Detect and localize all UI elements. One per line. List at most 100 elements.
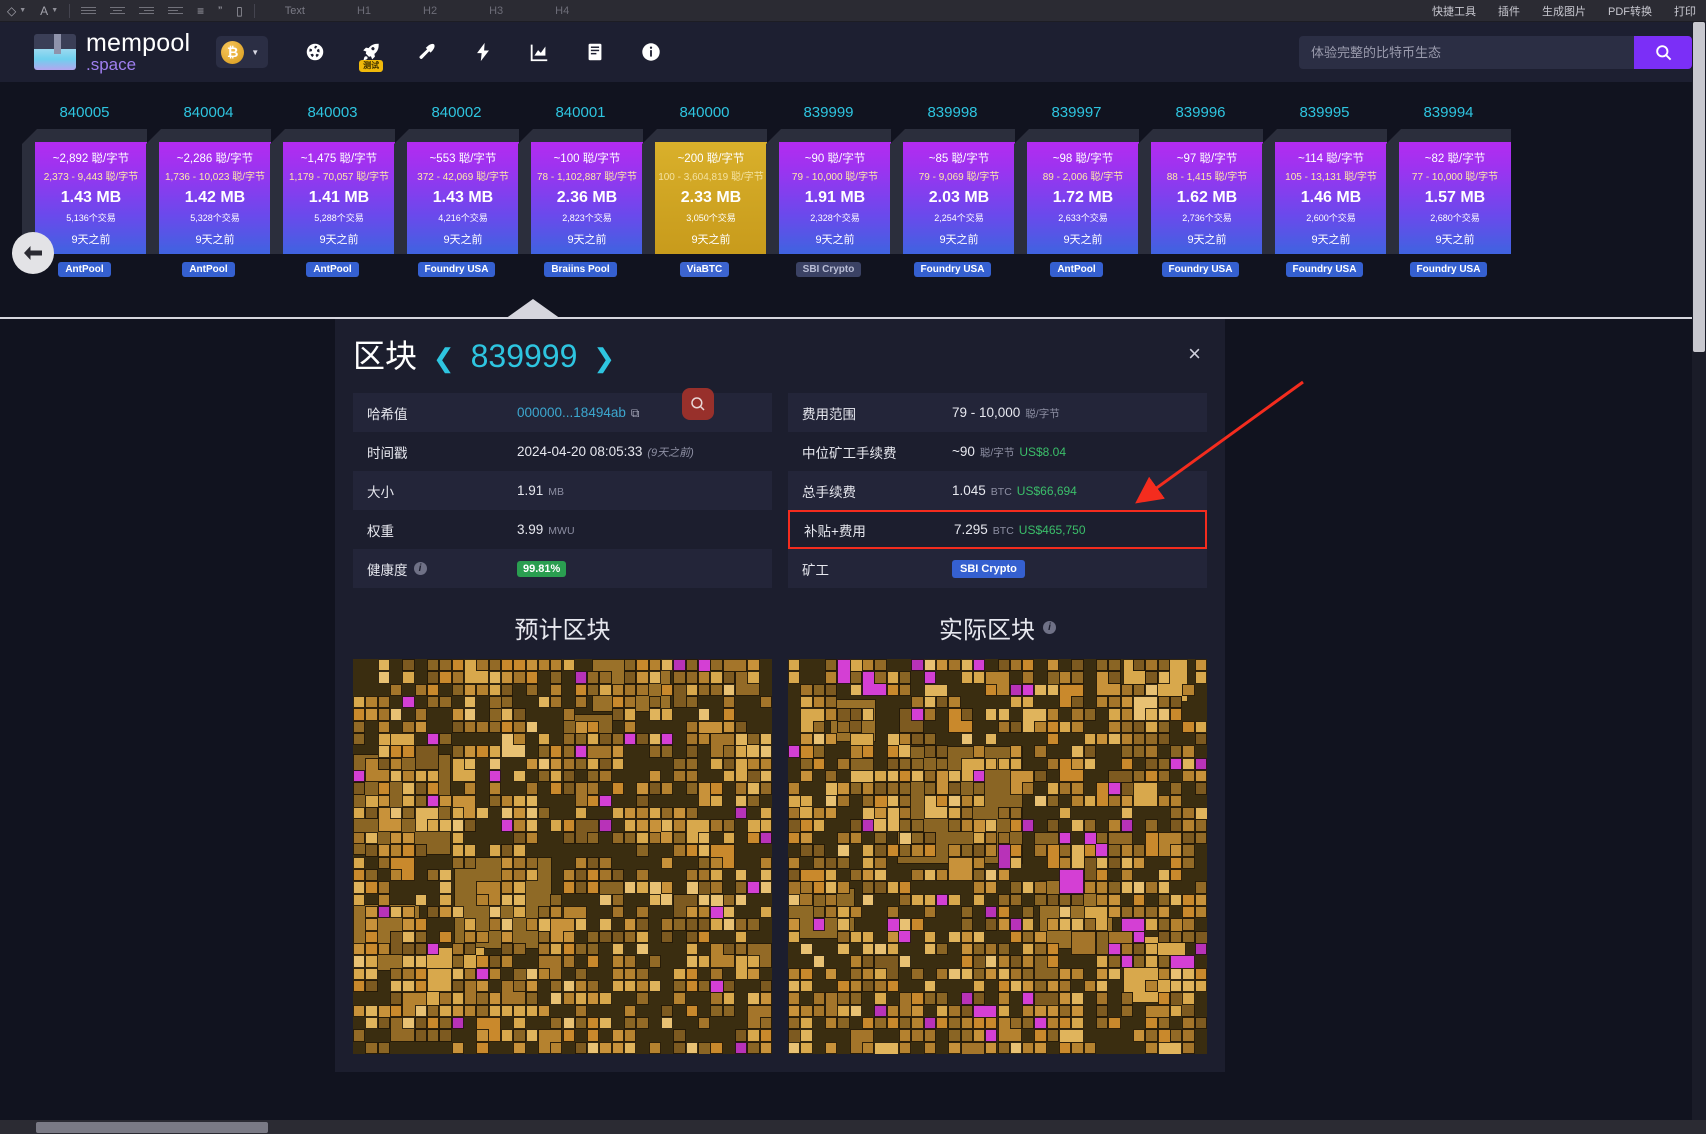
treemap-tx-rect[interactable]	[837, 844, 850, 857]
treemap-tx-rect[interactable]	[935, 992, 949, 1005]
treemap-tx-rect[interactable]	[800, 794, 813, 808]
treemap-tx-rect[interactable]	[488, 770, 501, 783]
block-card-body[interactable]: ~98 聪/字节 89 - 2,006 聪/字节 1.72 MB 2,633个交易 9天…	[1014, 129, 1139, 254]
treemap-tx-rect[interactable]	[911, 770, 924, 783]
treemap-tx-rect[interactable]	[1108, 671, 1121, 684]
treemap-tx-rect[interactable]	[562, 831, 575, 845]
treemap-tx-rect[interactable]	[1096, 955, 1109, 968]
treemap-tx-rect[interactable]	[365, 905, 378, 919]
treemap-tx-rect[interactable]	[365, 967, 378, 980]
treemap-tx-rect[interactable]	[451, 720, 464, 734]
treemap-tx-rect[interactable]	[685, 720, 699, 734]
treemap-tx-rect[interactable]	[985, 942, 998, 956]
treemap-tx-rect[interactable]	[1046, 757, 1060, 771]
treemap-tx-rect[interactable]	[1034, 1004, 1047, 1017]
treemap-tx-rect[interactable]	[587, 757, 600, 771]
treemap-tx-rect[interactable]	[500, 893, 514, 906]
treemap-tx-rect[interactable]	[837, 930, 850, 943]
treemap-tx-rect[interactable]	[488, 967, 501, 980]
treemap-tx-rect[interactable]	[611, 733, 625, 746]
treemap-tx-rect[interactable]	[587, 683, 600, 697]
treemap-tx-rect[interactable]	[377, 942, 390, 956]
treemap-tx-rect[interactable]	[661, 745, 674, 758]
treemap-tx-rect[interactable]	[414, 893, 427, 906]
treemap-tx-rect[interactable]	[861, 930, 875, 943]
treemap-tx-rect[interactable]	[985, 967, 998, 980]
treemap-tx-rect[interactable]	[1145, 979, 1158, 993]
block-card[interactable]: 840000 ~200 聪/字节 100 - 3,604,819 聪/字节 2.33 …	[642, 104, 767, 277]
treemap-tx-rect[interactable]	[513, 807, 526, 820]
treemap-tx-rect[interactable]	[759, 881, 772, 894]
prev-block-button[interactable]: ❮	[433, 343, 455, 373]
treemap-tx-rect[interactable]	[599, 918, 612, 931]
treemap-tx-rect[interactable]	[574, 967, 588, 980]
quote-button[interactable]: ”	[211, 4, 229, 18]
divider-button[interactable]: ▯	[229, 4, 250, 18]
treemap-tx-rect[interactable]	[1157, 930, 1171, 943]
treemap-tx-rect[interactable]	[1170, 1004, 1183, 1017]
treemap-tx-rect[interactable]	[1009, 893, 1023, 906]
treemap-tx-rect[interactable]	[837, 1016, 850, 1030]
treemap-tx-rect[interactable]	[800, 733, 813, 746]
treemap-tx-rect[interactable]	[661, 881, 674, 894]
treemap-tx-rect[interactable]	[562, 942, 575, 956]
treemap-tx-rect[interactable]	[624, 918, 637, 931]
treemap-tx-rect[interactable]	[685, 905, 699, 919]
treemap-tx-rect[interactable]	[861, 1016, 875, 1030]
treemap-tx-rect[interactable]	[661, 856, 674, 869]
treemap-tx-rect[interactable]	[1120, 696, 1134, 709]
treemap-tx-rect[interactable]	[911, 893, 924, 906]
treemap-tx-rect[interactable]	[812, 918, 825, 931]
treemap-tx-rect[interactable]	[513, 708, 526, 721]
treemap-tx-rect[interactable]	[389, 757, 403, 771]
block-card[interactable]: 840003 ~1,475 聪/字节 1,179 - 70,057 聪/字节 1.41…	[270, 104, 395, 277]
treemap-tx-rect[interactable]	[898, 955, 912, 968]
treemap-tx-rect[interactable]	[837, 757, 850, 771]
treemap-tx-rect[interactable]	[759, 831, 772, 845]
treemap-tx-rect[interactable]	[550, 893, 563, 906]
treemap-tx-rect[interactable]	[1022, 979, 1035, 993]
treemap-tx-rect[interactable]	[574, 733, 588, 746]
treemap-tx-rect[interactable]	[698, 893, 711, 906]
treemap-tx-rect[interactable]	[599, 671, 612, 684]
treemap-tx-rect[interactable]	[377, 1016, 390, 1030]
blockchain-strip[interactable]: 840005 ~2,892 聪/字节 2,373 - 9,443 聪/字节 1.43 …	[0, 82, 1706, 312]
treemap-tx-rect[interactable]	[537, 659, 551, 672]
treemap-tx-rect[interactable]	[1009, 930, 1023, 943]
treemap-tx-rect[interactable]	[500, 794, 514, 808]
treemap-tx-rect[interactable]	[1096, 992, 1109, 1005]
treemap-tx-rect[interactable]	[525, 807, 538, 820]
treemap-tx-rect[interactable]	[1182, 930, 1195, 943]
treemap-tx-rect[interactable]	[513, 733, 526, 746]
treemap-tx-rect[interactable]	[1071, 782, 1084, 795]
block-hash-link[interactable]: 000000...18494ab	[517, 405, 626, 420]
treemap-tx-rect[interactable]	[402, 1016, 415, 1030]
treemap-tx-rect[interactable]	[747, 794, 760, 808]
treemap-tx-rect[interactable]	[1096, 856, 1109, 869]
treemap-tx-rect[interactable]	[1157, 868, 1171, 882]
treemap-tx-rect[interactable]	[1096, 1004, 1109, 1017]
treemap-tx-rect[interactable]	[735, 881, 748, 894]
treemap-tx-rect[interactable]	[722, 979, 736, 993]
treemap-tx-rect[interactable]	[935, 1004, 949, 1017]
treemap-tx-rect[interactable]	[402, 720, 415, 734]
treemap-tx-rect[interactable]	[439, 819, 452, 832]
treemap-tx-rect[interactable]	[513, 1029, 526, 1042]
treemap-tx-rect[interactable]	[948, 1004, 961, 1017]
treemap-tx-rect[interactable]	[500, 881, 514, 894]
block-card[interactable]: 839995 ~114 聪/字节 105 - 13,131 聪/字节 1.46 MB 2…	[1262, 104, 1387, 277]
block-card-height[interactable]: 839994	[1386, 104, 1511, 121]
block-card-height[interactable]: 840001	[518, 104, 643, 121]
treemap-tx-rect[interactable]	[365, 1016, 378, 1030]
treemap-tx-rect[interactable]	[948, 807, 961, 820]
treemap-tx-rect[interactable]	[1108, 819, 1121, 832]
treemap-tx-rect[interactable]	[935, 967, 949, 980]
block-card[interactable]: 840002 ~553 聪/字节 372 - 42,069 聪/字节 1.43 MB 4…	[394, 104, 519, 277]
treemap-tx-rect[interactable]	[500, 819, 514, 832]
treemap-tx-rect[interactable]	[985, 844, 998, 857]
treemap-tx-rect[interactable]	[624, 807, 637, 820]
heading-style-h3[interactable]: H3	[463, 5, 529, 17]
treemap-tx-rect[interactable]	[513, 893, 526, 906]
treemap-tx-rect[interactable]	[562, 733, 575, 746]
treemap-tx-rect[interactable]	[800, 1004, 813, 1017]
